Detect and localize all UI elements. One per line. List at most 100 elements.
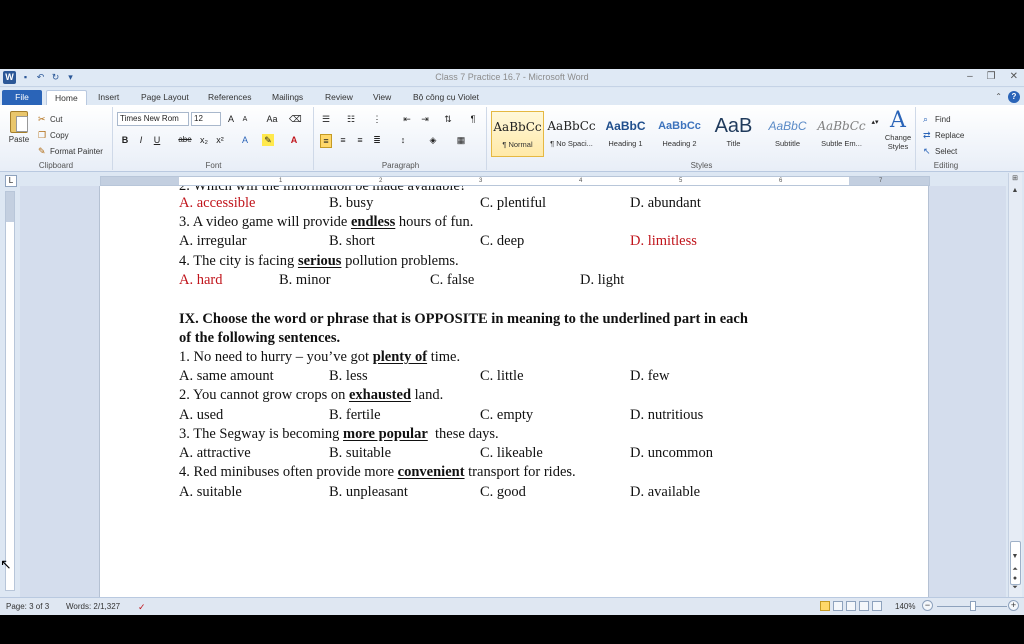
style-heading-2[interactable]: AaBbCc Heading 2: [653, 111, 706, 157]
horizontal-ruler[interactable]: 1 2 3 4 5 6 7: [100, 176, 930, 186]
print-layout-icon[interactable]: [820, 601, 830, 611]
bullets-icon[interactable]: ☰: [320, 113, 332, 125]
replace-icon: ⇄: [923, 130, 931, 140]
q3-option-a: A. irregular: [179, 233, 247, 249]
style-heading-1[interactable]: AaBbC Heading 1: [599, 111, 652, 157]
vertical-ruler[interactable]: [5, 191, 15, 591]
change-case-button[interactable]: Aa: [262, 113, 282, 125]
highlight-icon[interactable]: ✎: [262, 134, 274, 146]
decrease-indent-icon[interactable]: ⇤: [401, 113, 413, 125]
s2-option-b: B. fertile: [329, 407, 381, 423]
next-page-icon[interactable]: ⏷: [1009, 584, 1021, 592]
window-title: Class 7 Practice 16.7 - Microsoft Word: [435, 72, 589, 82]
show-marks-icon[interactable]: ¶: [467, 113, 479, 125]
style-normal[interactable]: AaBbCc ¶ Normal: [491, 111, 544, 157]
shrink-font-button[interactable]: A: [239, 114, 251, 126]
s2-option-c: C. empty: [480, 407, 534, 423]
minimize-ribbon-icon[interactable]: ⌃: [995, 91, 1002, 103]
tab-page-layout[interactable]: Page Layout: [133, 90, 197, 105]
bold-button[interactable]: B: [119, 134, 131, 146]
cut-button[interactable]: ✂ Cut: [38, 113, 62, 125]
tab-view[interactable]: View: [365, 90, 399, 105]
section9-question-2: 2. You cannot grow crops on exhausted la…: [179, 387, 444, 403]
multilevel-list-icon[interactable]: ⋮: [371, 113, 383, 125]
previous-page-icon[interactable]: ⏶: [1009, 566, 1021, 574]
align-right-icon[interactable]: ≡: [354, 134, 366, 146]
zoom-slider-thumb[interactable]: [970, 601, 976, 611]
ruler-toggle-icon[interactable]: ⊞: [1009, 173, 1021, 185]
style-subtle-emphasis[interactable]: AaBbCc Subtle Em...: [815, 111, 868, 157]
font-name-select[interactable]: Times New Rom: [117, 112, 189, 126]
grow-font-button[interactable]: A: [225, 113, 237, 125]
format-painter-button[interactable]: ✎ Format Painter: [38, 145, 103, 157]
tab-selector[interactable]: L: [5, 175, 17, 187]
find-button[interactable]: ⌕ Find: [923, 113, 951, 125]
styles-scroll-icon[interactable]: ▴▾: [869, 117, 881, 129]
line-spacing-icon[interactable]: ↕: [397, 134, 409, 146]
word-count[interactable]: Words: 2/1,327: [66, 602, 120, 611]
restore-icon[interactable]: ❐: [987, 71, 996, 82]
zoom-level[interactable]: 140%: [895, 602, 915, 611]
help-icon[interactable]: ?: [1008, 91, 1020, 103]
q3-option-c: C. deep: [480, 233, 525, 249]
window-controls: – ❐ ✕: [967, 71, 1018, 82]
document-area[interactable]: 2. Which will the information be made av…: [20, 186, 1006, 603]
change-styles-button[interactable]: A Change Styles: [882, 109, 914, 152]
proofing-icon[interactable]: ✓: [138, 602, 146, 613]
scroll-up-icon[interactable]: ▲: [1009, 185, 1021, 197]
status-bar: Page: 3 of 3 Words: 2/1,327 ✓ 140% − +: [0, 597, 1024, 615]
text-effects-icon[interactable]: A: [239, 134, 251, 146]
select-button[interactable]: ↖ Select: [923, 145, 957, 157]
draft-icon[interactable]: [872, 601, 882, 611]
view-buttons: [820, 601, 882, 611]
clipboard-group: Paste ✂ Cut ❐ Copy ✎ Format Painter Clipboa…: [0, 107, 113, 170]
italic-button[interactable]: I: [135, 134, 147, 146]
align-left-icon[interactable]: ≡: [320, 134, 332, 148]
tab-references[interactable]: References: [200, 90, 259, 105]
increase-indent-icon[interactable]: ⇥: [419, 113, 431, 125]
tab-review[interactable]: Review: [317, 90, 361, 105]
sort-icon[interactable]: ⇅: [442, 113, 454, 125]
tab-mailings[interactable]: Mailings: [264, 90, 311, 105]
strikethrough-button[interactable]: abe: [176, 134, 194, 146]
question-3: 3. A video game will provide endless hou…: [179, 214, 474, 230]
subscript-button[interactable]: x₂: [198, 134, 210, 146]
justify-icon[interactable]: ≣: [371, 134, 383, 146]
copy-button[interactable]: ❐ Copy: [38, 129, 69, 141]
tab-home[interactable]: Home: [46, 90, 87, 105]
tab-insert[interactable]: Insert: [90, 90, 127, 105]
underline-button[interactable]: U: [151, 134, 163, 146]
font-size-select[interactable]: 12: [191, 112, 221, 126]
close-icon[interactable]: ✕: [1010, 71, 1018, 82]
vertical-scrollbar[interactable]: ⊞ ▲ ▼ ⏶ ● ⏷: [1008, 173, 1022, 603]
tab-file[interactable]: File: [2, 90, 42, 105]
borders-icon[interactable]: ▦: [455, 134, 467, 146]
tab-violet[interactable]: Bộ công cụ Violet: [405, 90, 487, 105]
style-title[interactable]: AaB Title: [707, 111, 760, 157]
find-icon: ⌕: [923, 114, 929, 124]
style-no-spacing[interactable]: AaBbCc ¶ No Spaci...: [545, 111, 598, 157]
align-center-icon[interactable]: ≡: [337, 134, 349, 146]
full-screen-reading-icon[interactable]: [833, 601, 843, 611]
replace-button[interactable]: ⇄ Replace: [923, 129, 964, 141]
zoom-out-icon[interactable]: −: [922, 600, 933, 611]
paragraph-group: ☰ ☷ ⋮ ⇤ ⇥ ⇅ ¶ ≡ ≡ ≡ ≣ ↕ ◈ ▦ Paragraph: [315, 107, 487, 170]
numbering-icon[interactable]: ☷: [345, 113, 357, 125]
zoom-in-icon[interactable]: +: [1008, 600, 1019, 611]
prev-option-c: C. plentiful: [480, 195, 547, 211]
s4-option-c: C. good: [480, 484, 526, 500]
clear-format-icon[interactable]: ⌫: [289, 113, 302, 125]
minimize-icon[interactable]: –: [967, 71, 973, 82]
web-layout-icon[interactable]: [846, 601, 856, 611]
s2-option-d: D. nutritious: [630, 407, 704, 423]
superscript-button[interactable]: x²: [214, 134, 226, 146]
style-subtitle[interactable]: AaBbC Subtitle: [761, 111, 814, 157]
browse-object-icon[interactable]: ●: [1009, 575, 1021, 582]
shading-icon[interactable]: ◈: [427, 134, 439, 146]
page-count[interactable]: Page: 3 of 3: [6, 602, 49, 611]
s3-option-b: B. suitable: [329, 445, 392, 461]
outline-icon[interactable]: [859, 601, 869, 611]
scroll-down-icon[interactable]: ▼: [1009, 553, 1021, 560]
font-color-icon[interactable]: A: [288, 134, 300, 146]
paste-button[interactable]: Paste: [6, 111, 32, 147]
